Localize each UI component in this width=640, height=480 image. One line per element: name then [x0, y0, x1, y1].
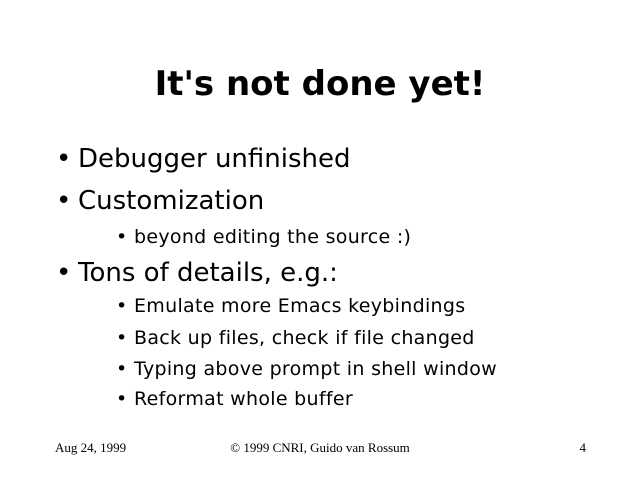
page-number: 4	[579, 440, 587, 455]
sub-bullet-text: Reformat whole buffer	[134, 388, 353, 410]
bullet-text: Debugger unfinished	[78, 144, 351, 174]
sub-bullet-item: • Emulate more Emacs keybindings	[116, 293, 465, 319]
sub-bullet-item: • Back up files, check if file changed	[116, 325, 475, 351]
sub-bullet-item: • Typing above prompt in shell window	[116, 356, 497, 382]
bullet-icon: •	[116, 358, 128, 380]
bullet-text: Customization	[78, 186, 265, 216]
sub-bullet-text: beyond editing the source :)	[134, 226, 412, 248]
bullet-icon: •	[116, 388, 128, 410]
footer-copyright: © 1999 CNRI, Guido van Rossum	[230, 440, 410, 455]
sub-bullet-text: Emulate more Emacs keybindings	[134, 295, 466, 317]
slide: It's not done yet! • Debugger unfinished …	[0, 0, 640, 480]
bullet-icon: •	[56, 144, 72, 174]
slide-title: It's not done yet!	[154, 64, 486, 104]
bullet-text: Tons of details, e.g.:	[78, 258, 338, 288]
bullet-icon: •	[56, 258, 72, 288]
bullet-item: • Debugger unfinished	[56, 142, 351, 176]
sub-bullet-text: Typing above prompt in shell window	[134, 358, 497, 380]
sub-bullet-item: • beyond editing the source :)	[116, 224, 411, 250]
bullet-item: • Tons of details, e.g.:	[56, 256, 338, 290]
bullet-icon: •	[116, 327, 128, 349]
sub-bullet-text: Back up files, check if file changed	[134, 327, 475, 349]
bullet-icon: •	[56, 186, 72, 216]
bullet-icon: •	[116, 295, 128, 317]
bullet-item: • Customization	[56, 184, 264, 218]
bullet-icon: •	[116, 226, 128, 248]
sub-bullet-item: • Reformat whole buffer	[116, 386, 353, 412]
